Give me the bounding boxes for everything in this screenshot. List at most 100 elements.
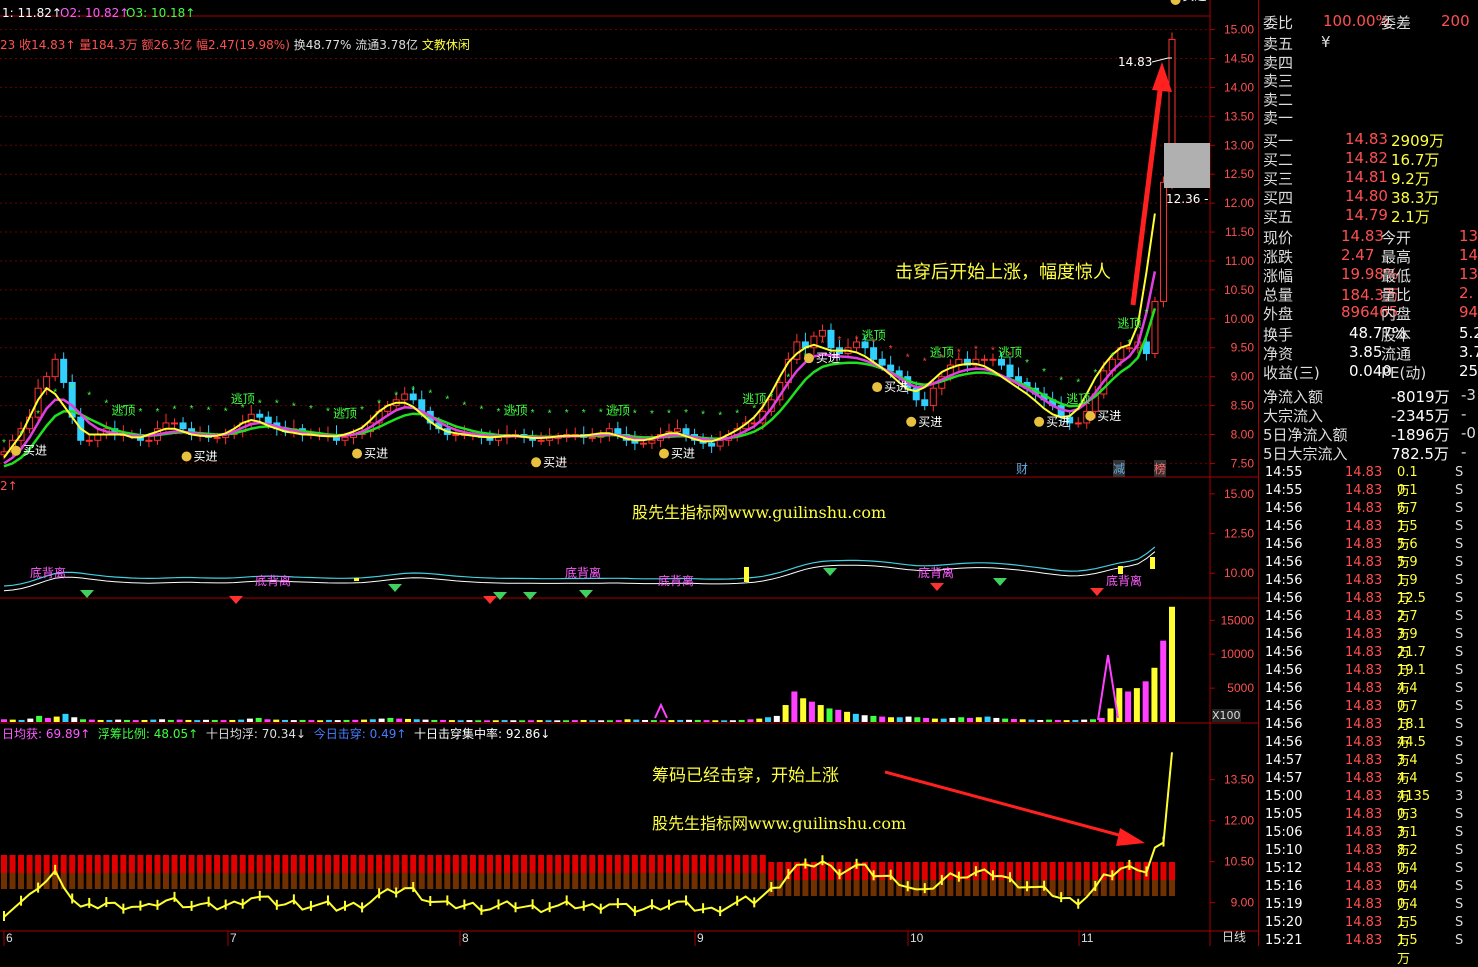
chip-block-shadow bbox=[887, 880, 894, 896]
chip-block bbox=[205, 855, 212, 873]
buy-marker-icon bbox=[872, 382, 883, 393]
chip-block-shadow bbox=[94, 873, 101, 889]
price-last-label: 14.83 bbox=[1118, 55, 1153, 69]
chip-block-shadow bbox=[572, 873, 579, 889]
quote-prefix: 23 收14.83↑ 量184.3万 额26.3亿 bbox=[0, 38, 193, 52]
divergence-label: 底背离 bbox=[565, 565, 601, 580]
tick-time: 15:19 bbox=[1265, 897, 1303, 912]
volume-bar bbox=[870, 715, 877, 722]
trend-star: * bbox=[1127, 338, 1131, 349]
candle-body bbox=[401, 393, 409, 401]
chip-block-shadow bbox=[802, 880, 809, 896]
buy-marker-icon bbox=[181, 451, 192, 462]
chip-block-shadow bbox=[597, 873, 604, 889]
volume-bar bbox=[115, 719, 122, 722]
tick-time: 15:10 bbox=[1265, 843, 1303, 858]
trend-star: * bbox=[906, 352, 910, 363]
buy-marker-icon bbox=[803, 353, 814, 364]
price-tick-label: 7.50 bbox=[1231, 456, 1255, 470]
tick-price: 14.83 bbox=[1345, 537, 1383, 552]
tick-price: 14.83 bbox=[1345, 573, 1383, 588]
tick-time: 14:56 bbox=[1265, 591, 1303, 606]
trend-star: * bbox=[87, 391, 91, 402]
volume-bar bbox=[852, 713, 859, 722]
trend-star: * bbox=[309, 404, 313, 415]
volume-bar bbox=[1046, 719, 1053, 722]
price-tick-label: 8.00 bbox=[1231, 428, 1255, 442]
buy-marker-label: 买进 bbox=[671, 447, 695, 461]
chip-block bbox=[231, 855, 238, 873]
chip-block bbox=[921, 862, 928, 880]
chip-block bbox=[401, 855, 408, 873]
stat-value: 14. bbox=[1459, 246, 1478, 264]
volume-bar bbox=[668, 720, 675, 722]
chip-block bbox=[691, 855, 698, 873]
volume-bar bbox=[923, 717, 930, 722]
chip-block-shadow bbox=[546, 873, 553, 889]
divergence-label: 底背离 bbox=[918, 565, 954, 580]
panel4-labels: 日均获: 69.89↑ 浮筹比例: 48.05↑ 十日均浮: 70.34↓ 今日… bbox=[2, 725, 550, 742]
period-label[interactable]: 日线 bbox=[1222, 928, 1246, 945]
volume-bar bbox=[9, 719, 16, 722]
chip-block bbox=[256, 855, 263, 873]
price-box bbox=[1164, 143, 1210, 188]
chip-block-shadow bbox=[342, 873, 349, 889]
candle-body bbox=[997, 358, 1005, 366]
chip-block-shadow bbox=[188, 873, 195, 889]
weibi-value: 100.00% bbox=[1323, 12, 1390, 30]
panel2-title: 2↑ bbox=[0, 479, 18, 493]
price-box-label: 12.36 - bbox=[1166, 192, 1209, 206]
chip-block bbox=[521, 855, 528, 873]
chip-block-shadow bbox=[862, 880, 869, 896]
volume-bar bbox=[993, 717, 1000, 722]
tick-time: 14:56 bbox=[1265, 537, 1303, 552]
trend-star: * bbox=[1025, 358, 1029, 369]
volume-bar bbox=[440, 719, 447, 722]
volume-bar bbox=[826, 708, 833, 722]
trend-star: * bbox=[70, 383, 74, 394]
chip-block-shadow bbox=[69, 873, 76, 889]
chip-block-shadow bbox=[1, 873, 7, 889]
chart-area: 15.00 14.50 14.00 13.50 13.00 12.50 12.00 11.50… bbox=[0, 0, 1258, 946]
volume-bar bbox=[1098, 717, 1105, 722]
chip-block-shadow bbox=[393, 873, 400, 889]
chip-block-shadow bbox=[1151, 880, 1158, 896]
volume-bar bbox=[1169, 606, 1175, 722]
chip-block bbox=[248, 855, 255, 873]
stat-value: 14.83 bbox=[1341, 227, 1384, 245]
chip-block-shadow bbox=[759, 873, 766, 889]
tick-price: 14.83 bbox=[1345, 519, 1383, 534]
volume-bar bbox=[1054, 719, 1061, 722]
chip-block bbox=[86, 855, 93, 873]
flow-extra: - bbox=[1461, 443, 1467, 461]
sell-level-price: ¥ bbox=[1321, 33, 1331, 51]
trend-star: * bbox=[258, 399, 262, 410]
chip-block-shadow bbox=[367, 873, 374, 889]
tick-side: S bbox=[1455, 663, 1464, 678]
chip-block-shadow bbox=[648, 873, 655, 889]
candle-body bbox=[1006, 364, 1014, 378]
tick-time: 14:55 bbox=[1265, 465, 1303, 480]
volume-bar bbox=[598, 720, 605, 722]
chip-block bbox=[214, 855, 221, 873]
chip-block bbox=[759, 855, 766, 873]
divergence-label: 底背离 bbox=[658, 573, 694, 588]
buy-marker-icon bbox=[906, 416, 917, 427]
divergence-label: 底背离 bbox=[1106, 573, 1142, 588]
flow-label: 5日净流入额 bbox=[1263, 426, 1348, 444]
chip-block bbox=[350, 855, 357, 873]
chip-block bbox=[333, 855, 340, 873]
sell-level-label: 卖一 bbox=[1263, 109, 1294, 127]
chip-block-shadow bbox=[376, 873, 383, 889]
chip-block-shadow bbox=[964, 880, 971, 896]
tick-price: 14.83 bbox=[1345, 825, 1383, 840]
trend-star: * bbox=[1076, 377, 1080, 388]
buy-level-price: 14.80 bbox=[1345, 187, 1388, 205]
tick-side: S bbox=[1455, 537, 1464, 552]
candle-body bbox=[341, 436, 349, 441]
chip-block-shadow bbox=[989, 880, 996, 896]
tick-side: S bbox=[1455, 645, 1464, 660]
buy-level-label: 买五 bbox=[1263, 208, 1294, 226]
chip-block-shadow bbox=[1160, 880, 1167, 896]
volume-bar bbox=[1002, 718, 1009, 722]
